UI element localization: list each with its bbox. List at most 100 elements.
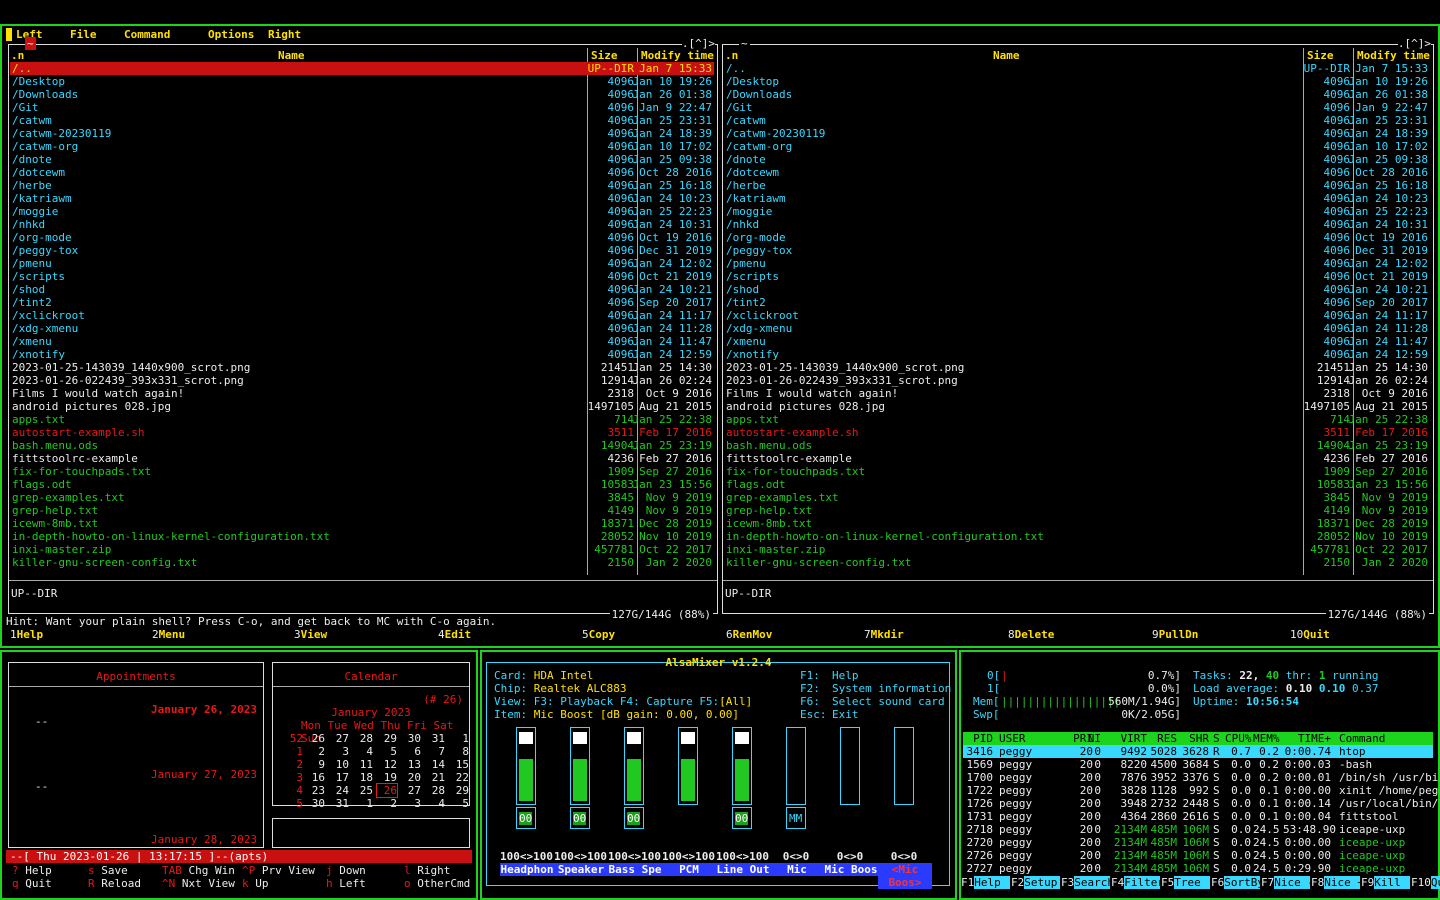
calendar-day[interactable]: 12 [377, 758, 397, 771]
volume-bar-3[interactable] [678, 727, 698, 805]
calendar-day[interactable]: 28 [353, 732, 373, 745]
menu-item-command[interactable]: Command [124, 28, 170, 41]
calendar-day[interactable]: 28 [425, 784, 445, 797]
fkey-edit[interactable]: 4Edit [438, 628, 471, 641]
file-row[interactable]: /herbe 4096 Jan 25 16:18 [10, 179, 714, 192]
calendar-day[interactable]: 3 [329, 745, 349, 758]
htop-key-kill[interactable]: F9Kill [1361, 876, 1411, 889]
mute-box[interactable]: 00 [516, 807, 536, 829]
fkey-renmov[interactable]: 6RenMov [726, 628, 772, 641]
file-row[interactable]: /dnote 4096 Jan 25 09:38 [10, 153, 714, 166]
file-row[interactable]: Films I would watch again! 2318 Oct 9 2016 [10, 387, 714, 400]
file-row[interactable]: /Desktop 4096 Jan 10 19:26 [724, 75, 1430, 88]
htop-key-setup[interactable]: F2Setup [1011, 876, 1061, 889]
calendar-day[interactable]: 2 [377, 797, 397, 810]
volume-bar-7[interactable] [894, 727, 914, 805]
column-name-header[interactable]: Name [993, 49, 1020, 62]
calendar-day[interactable]: 26 [376, 783, 398, 798]
htop-key-filter[interactable]: F4Filter [1111, 876, 1164, 889]
mute-box[interactable]: 00 [570, 807, 590, 829]
calendar-day[interactable]: 29 [377, 732, 397, 745]
calendar-day[interactable]: 13 [401, 758, 421, 771]
calendar-day[interactable]: 9 [305, 758, 325, 771]
column-size-header[interactable]: Size [1307, 49, 1334, 62]
file-row[interactable]: /xnotify 4096 Jan 24 12:59 [10, 348, 714, 361]
menu-item-file[interactable]: File [70, 28, 97, 41]
calendar-day[interactable]: 1 [353, 797, 373, 810]
file-row[interactable]: bash.menu.ods 14904 Jan 25 23:19 [10, 439, 714, 452]
column-sort-indicator[interactable]: .n [11, 49, 24, 62]
file-row[interactable]: /catwm-20230119 4096 Jan 24 18:39 [10, 127, 714, 140]
mute-box[interactable]: MM [786, 807, 806, 829]
calendar-day[interactable]: 31 [329, 797, 349, 810]
file-row[interactable]: /xclickroot 4096 Jan 24 11:17 [10, 309, 714, 322]
file-row[interactable]: /pmenu 4096 Jan 24 12:02 [10, 257, 714, 270]
fkey-quit[interactable]: 10Quit [1290, 628, 1330, 641]
calendar-day[interactable]: 10 [329, 758, 349, 771]
channel-name[interactable]: Mic [770, 863, 824, 876]
calendar-day[interactable]: 30 [401, 732, 421, 745]
file-row[interactable]: 2023-01-25-143039_1440x900_scrot.png 2145… [724, 361, 1430, 374]
mute-box[interactable]: 00 [732, 807, 752, 829]
file-row[interactable]: fittstoolrc-example 4236 Feb 27 2016 [10, 452, 714, 465]
calendar-day[interactable]: 27 [329, 732, 349, 745]
file-row[interactable]: in-depth-howto-on-linux-kernel-configura… [724, 530, 1430, 543]
file-row[interactable]: /moggie 4096 Jan 25 22:23 [10, 205, 714, 218]
calendar-day[interactable]: 18 [353, 771, 373, 784]
file-row[interactable]: /peggy-tox 4096 Dec 31 2019 [724, 244, 1430, 257]
file-row[interactable]: /scripts 4096 Oct 21 2019 [724, 270, 1430, 283]
channel-name[interactable]: Mic Boos [824, 863, 878, 876]
file-row[interactable]: apps.txt 714 Jan 25 22:38 [10, 413, 714, 426]
calendar-day[interactable]: 7 [425, 745, 445, 758]
htop-key-sortby[interactable]: F6SortBy [1211, 876, 1264, 889]
calendar-day[interactable]: 20 [401, 771, 421, 784]
calendar-day[interactable]: 11 [353, 758, 373, 771]
column-time-header[interactable]: Modify time [641, 49, 714, 62]
file-row[interactable]: icewm-8mb.txt 18371 Dec 28 2019 [10, 517, 714, 530]
calcurse-key-down[interactable]: j Down [326, 864, 366, 877]
file-row[interactable]: /xmenu 4096 Jan 24 11:47 [10, 335, 714, 348]
file-row[interactable]: /herbe 4096 Jan 25 16:18 [724, 179, 1430, 192]
htop-key-tree[interactable]: F5Tree [1161, 876, 1211, 889]
file-row[interactable]: fix-for-touchpads.txt 1909 Sep 27 2016 [10, 465, 714, 478]
volume-bar-2[interactable] [624, 727, 644, 805]
process-row[interactable]: 2727 peggy 20 0 2134M 485M 106M S 0.0 24.5 0:29.90… [963, 862, 1433, 875]
calendar-day[interactable]: 25 [353, 784, 373, 797]
file-row[interactable]: killer-gnu-screen-config.txt 2150 Jan 2 20… [724, 556, 1430, 569]
process-row[interactable]: 1700 peggy 20 0 7876 3952 3376 S 0.0 0.2 0:00.01/b… [963, 771, 1439, 784]
calendar-day[interactable]: 5 [377, 745, 397, 758]
htop-key-search[interactable]: F3Search [1061, 876, 1114, 889]
file-row[interactable]: apps.txt 714 Jan 25 22:38 [724, 413, 1430, 426]
calendar-day[interactable]: 3 [401, 797, 421, 810]
file-row[interactable]: /dnote 4096 Jan 25 09:38 [724, 153, 1430, 166]
fkey-delete[interactable]: 8Delete [1008, 628, 1054, 641]
calendar-day[interactable]: 8 [449, 745, 469, 758]
process-row[interactable]: 1731 peggy 20 0 4364 2860 2616 S 0.0 0.1 0:00.04 fi… [963, 810, 1433, 823]
file-row[interactable]: /xdg-xmenu 4096 Jan 24 11:28 [724, 322, 1430, 335]
file-row[interactable]: android pictures 028.jpg 1497105 Aug 21 20… [10, 400, 714, 413]
file-row[interactable]: 2023-01-26-022439_393x331_scrot.png 12914… [724, 374, 1430, 387]
file-row[interactable]: /.. UP--DIR Jan 7 15:33 [10, 62, 714, 75]
calendar-day[interactable]: 1 [449, 732, 469, 745]
process-row[interactable]: 2726 peggy 20 0 2134M 485M 106M S 0.0 24.5 0:00.00… [963, 849, 1433, 862]
process-row[interactable]: 1569 peggy 20 0 8220 4500 3684 S 0.0 0.2 0:00.03 -b… [963, 758, 1433, 771]
fkey-menu[interactable]: 2Menu [152, 628, 185, 641]
file-row[interactable]: grep-help.txt 4149 Nov 9 2019 [10, 504, 714, 517]
file-row[interactable]: /scripts 4096 Oct 21 2019 [10, 270, 714, 283]
process-row[interactable]: 1722 peggy 20 0 3828 1128 992 S 0.0 0.1 0:00.00 xin… [963, 784, 1439, 797]
file-row[interactable]: /shod 4096 Jan 24 10:21 [10, 283, 714, 296]
channel-name[interactable]: Speaker [554, 863, 608, 876]
file-row[interactable]: /dotcewm 4096 Oct 28 2016 [10, 166, 714, 179]
fkey-copy[interactable]: 5Copy [582, 628, 615, 641]
file-row[interactable]: fix-for-touchpads.txt 1909 Sep 27 2016 [724, 465, 1430, 478]
volume-bar-6[interactable] [840, 727, 860, 805]
file-row[interactable]: bash.menu.ods 14904 Jan 25 23:19 [724, 439, 1430, 452]
calendar-day[interactable]: 19 [377, 771, 397, 784]
calendar-day[interactable]: 23 [305, 784, 325, 797]
file-row[interactable]: android pictures 028.jpg 1497105 Aug 21 20… [724, 400, 1430, 413]
file-row[interactable]: /org-mode 4096 Oct 19 2016 [10, 231, 714, 244]
htop-key-nice[interactable]: F7Nice - [1261, 876, 1314, 889]
column-name-header[interactable]: Name [278, 49, 305, 62]
fkey-mkdir[interactable]: 7Mkdir [864, 628, 904, 641]
calcurse-key-save[interactable]: s Save [88, 864, 128, 877]
